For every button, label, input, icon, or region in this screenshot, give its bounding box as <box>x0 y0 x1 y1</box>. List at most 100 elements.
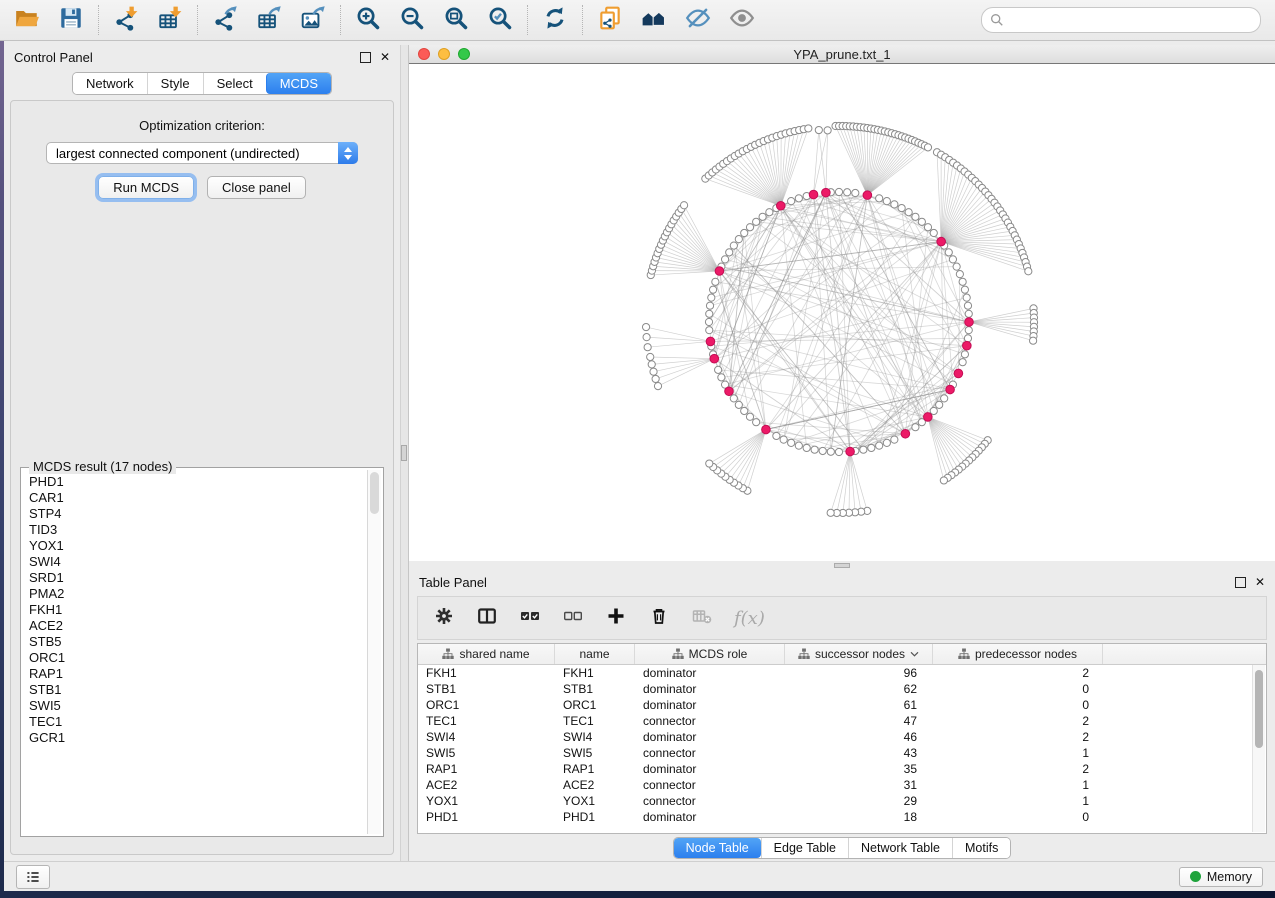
graph-node[interactable] <box>788 198 795 205</box>
export-network-button[interactable] <box>203 4 247 36</box>
mcds-result-item[interactable]: TID3 <box>29 522 367 538</box>
graph-node[interactable] <box>642 323 649 330</box>
import-network-button[interactable] <box>104 4 148 36</box>
tab-edge-table[interactable]: Edge Table <box>761 838 848 858</box>
table-row[interactable]: STB1STB1dominator620 <box>418 681 1266 697</box>
graph-node[interactable] <box>788 439 795 446</box>
graph-node[interactable] <box>936 401 943 408</box>
copy-network-button[interactable] <box>588 4 632 36</box>
close-panel-icon[interactable]: ✕ <box>1255 576 1265 588</box>
tab-node-table[interactable]: Node Table <box>674 838 761 858</box>
deselect-all-button[interactable] <box>562 607 584 629</box>
graph-node[interactable] <box>898 204 905 211</box>
graph-node[interactable] <box>706 302 713 309</box>
result-scrollbar[interactable] <box>367 470 381 834</box>
graph-node[interactable] <box>959 278 966 285</box>
graph-node[interactable] <box>730 395 737 402</box>
graph-node[interactable] <box>891 201 898 208</box>
graph-node[interactable] <box>735 401 742 408</box>
graph-node[interactable] <box>753 218 760 225</box>
graph-hub-node[interactable] <box>706 337 715 346</box>
graph-node[interactable] <box>930 229 937 236</box>
import-table-button[interactable] <box>148 4 192 36</box>
graph-node[interactable] <box>803 444 810 451</box>
split-columns-button[interactable] <box>476 607 498 629</box>
graph-hub-node[interactable] <box>809 190 818 199</box>
tab-mcds[interactable]: MCDS <box>266 73 331 94</box>
graph-node[interactable] <box>780 436 787 443</box>
graph-node[interactable] <box>949 256 956 263</box>
graph-node[interactable] <box>712 278 719 285</box>
graph-node[interactable] <box>650 368 657 375</box>
graph-node[interactable] <box>709 286 716 293</box>
graph-node[interactable] <box>876 442 883 449</box>
graph-node[interactable] <box>941 395 948 402</box>
graph-hub-node[interactable] <box>725 387 734 396</box>
graph-node[interactable] <box>706 310 713 317</box>
column-header-name[interactable]: name <box>555 644 635 664</box>
add-row-button[interactable] <box>605 607 627 629</box>
table-row[interactable]: ACE2ACE2connector311 <box>418 777 1266 793</box>
graph-node[interactable] <box>965 310 972 317</box>
mcds-result-item[interactable]: TEC1 <box>29 714 367 730</box>
mcds-result-item[interactable]: STP4 <box>29 506 367 522</box>
table-row[interactable]: TEC1TEC1connector472 <box>418 713 1266 729</box>
graph-node[interactable] <box>912 213 919 220</box>
graph-node[interactable] <box>766 209 773 216</box>
graph-hub-node[interactable] <box>715 267 724 276</box>
graph-node[interactable] <box>1025 268 1032 275</box>
network-graph[interactable] <box>409 64 1275 562</box>
zoom-out-button[interactable] <box>390 4 434 36</box>
graph-node[interactable] <box>647 353 654 360</box>
graph-node[interactable] <box>680 202 687 209</box>
memory-button[interactable]: Memory <box>1179 867 1263 887</box>
graph-node[interactable] <box>753 419 760 426</box>
table-scrollbar-thumb[interactable] <box>1255 670 1263 748</box>
result-scrollbar-thumb[interactable] <box>370 472 379 514</box>
graph-node[interactable] <box>964 302 971 309</box>
graph-node[interactable] <box>835 188 842 195</box>
graph-node[interactable] <box>835 448 842 455</box>
graph-node[interactable] <box>705 318 712 325</box>
graph-hub-node[interactable] <box>946 385 955 394</box>
search-input[interactable] <box>1009 12 1252 29</box>
export-image-button[interactable] <box>291 4 335 36</box>
export-table-button[interactable] <box>247 4 291 36</box>
graph-node[interactable] <box>844 189 851 196</box>
graph-hub-node[interactable] <box>937 237 946 246</box>
graph-node[interactable] <box>715 366 722 373</box>
table-row[interactable]: SWI5SWI5connector431 <box>418 745 1266 761</box>
save-session-button[interactable] <box>49 4 93 36</box>
graph-node[interactable] <box>654 382 661 389</box>
gear-button[interactable] <box>433 607 455 629</box>
graph-node[interactable] <box>827 448 834 455</box>
graph-node[interactable] <box>956 271 963 278</box>
graph-node[interactable] <box>644 344 651 351</box>
graph-node[interactable] <box>940 477 947 484</box>
run-mcds-button[interactable]: Run MCDS <box>98 176 194 199</box>
graph-node[interactable] <box>964 335 971 342</box>
graph-node[interactable] <box>708 294 715 301</box>
graph-hub-node[interactable] <box>710 354 719 363</box>
mcds-result-item[interactable]: YOX1 <box>29 538 367 554</box>
graph-hub-node[interactable] <box>776 201 785 210</box>
graph-node[interactable] <box>953 263 960 270</box>
mcds-result-item[interactable]: PMA2 <box>29 586 367 602</box>
graph-node[interactable] <box>924 224 931 231</box>
graph-node[interactable] <box>963 294 970 301</box>
mcds-result-item[interactable]: SWI5 <box>29 698 367 714</box>
table-scrollbar[interactable] <box>1252 665 1265 832</box>
graph-node[interactable] <box>905 209 912 216</box>
vertical-splitter[interactable] <box>400 45 409 861</box>
search-box[interactable] <box>981 7 1261 33</box>
graph-node[interactable] <box>648 361 655 368</box>
delete-row-button[interactable] <box>648 607 670 629</box>
column-header-MCDS-role[interactable]: MCDS role <box>635 644 785 664</box>
close-panel-icon[interactable]: ✕ <box>380 51 390 63</box>
table-row[interactable]: YOX1YOX1connector291 <box>418 793 1266 809</box>
graph-node[interactable] <box>759 213 766 220</box>
column-header-shared-name[interactable]: shared name <box>418 644 555 664</box>
tab-network-table[interactable]: Network Table <box>848 838 952 858</box>
tab-network[interactable]: Network <box>73 73 147 94</box>
mcds-result-item[interactable]: PHD1 <box>29 474 367 490</box>
